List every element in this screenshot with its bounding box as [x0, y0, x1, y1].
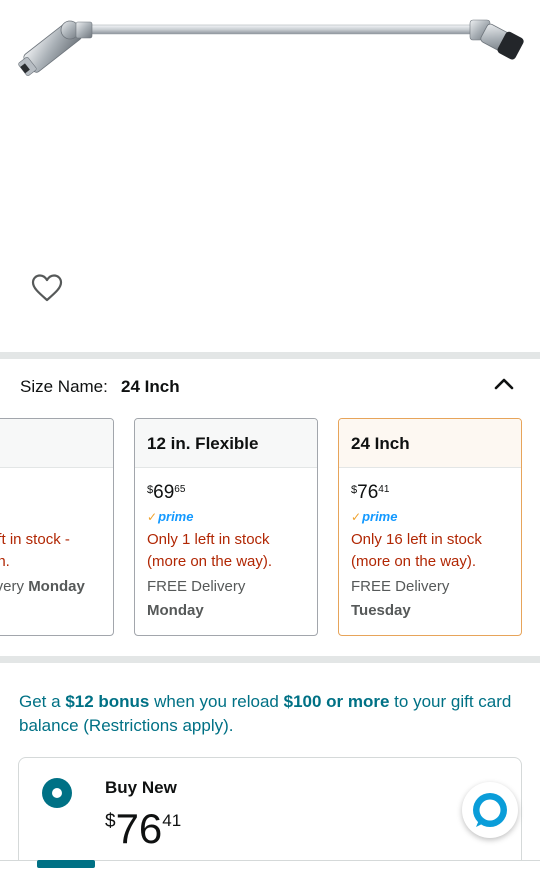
stock-status: Only 1 left in stock (more on the way).	[147, 531, 273, 570]
buy-new-box[interactable]: Buy New $7641	[18, 757, 522, 874]
assistant-chat-icon[interactable]	[462, 782, 518, 838]
size-selected-value: 24 Inch	[121, 377, 180, 396]
size-option-title: 12 in. Flexible	[135, 419, 317, 468]
stock-status: eft in stock - on.	[0, 531, 70, 570]
chevron-up-icon[interactable]	[492, 374, 516, 394]
size-option-title: 24 Inch	[339, 419, 521, 468]
section-divider	[0, 656, 540, 663]
buy-new-radio[interactable]	[42, 778, 72, 808]
size-option-card-selected[interactable]: 24 Inch $7641 ✓prime Only 16 left in sto…	[338, 418, 522, 636]
prime-badge: ✓prime	[351, 509, 398, 524]
buy-new-price: $7641	[105, 805, 182, 852]
delivery-info: FREE Delivery Monday	[147, 578, 246, 619]
bottom-tab-indicator	[37, 860, 95, 868]
check-icon: ✓	[147, 510, 158, 524]
size-name-label: Size Name:	[20, 377, 108, 396]
size-option-card[interactable]: n eft in stock - on. livery Monday	[0, 418, 114, 636]
section-divider	[0, 352, 540, 359]
size-option-card[interactable]: 12 in. Flexible $6965 ✓prime Only 1 left…	[134, 418, 318, 636]
gift-card-promo-link[interactable]: Get a $12 bonus when you reload $100 or …	[19, 690, 519, 738]
heart-icon[interactable]	[30, 272, 64, 304]
option-price: $6965	[147, 482, 186, 503]
buy-new-title: Buy New	[105, 778, 177, 797]
size-selector-header[interactable]: Size Name: 24 Inch	[0, 360, 540, 412]
product-image[interactable]	[0, 0, 540, 260]
extension-bar-image	[18, 19, 524, 76]
option-price: $7641	[351, 482, 390, 503]
stock-status: Only 16 left in stock (more on the way).	[351, 531, 482, 570]
prime-badge: ✓prime	[147, 509, 194, 524]
check-icon: ✓	[351, 510, 362, 524]
delivery-info: livery Monday	[0, 578, 85, 595]
delivery-info: FREE Delivery Tuesday	[351, 578, 450, 619]
